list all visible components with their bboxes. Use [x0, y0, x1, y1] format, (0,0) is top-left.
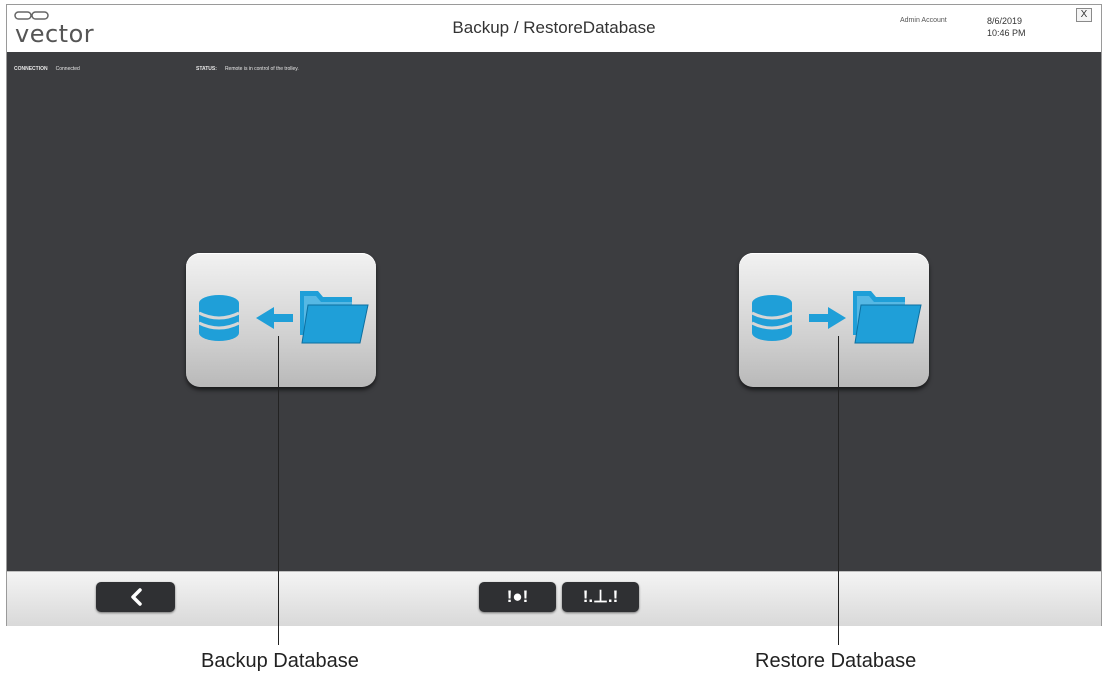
restore-leader-line — [838, 336, 839, 645]
trolley-status: STATUS: Remote is in control of the troll… — [196, 66, 299, 72]
chevron-left-icon — [130, 588, 142, 606]
status-label: STATUS: — [196, 66, 217, 72]
database-restore-icon — [751, 291, 922, 344]
connection-value: Connected — [55, 66, 80, 72]
account-name: Admin Account — [900, 17, 947, 24]
app-window: vector Backup / RestoreDatabase Admin Ac… — [6, 4, 1102, 626]
backup-database-button[interactable] — [186, 253, 376, 387]
restore-callout: Restore Database — [755, 650, 917, 672]
close-button[interactable]: X — [1076, 8, 1092, 22]
back-button[interactable] — [96, 582, 175, 612]
connection-status: CONNECTION Connected — [14, 66, 80, 72]
time: 10:46 PM — [987, 28, 1026, 38]
download-button[interactable]: !.⊥.! — [562, 582, 639, 612]
date: 8/6/2019 — [987, 16, 1023, 26]
header: vector Backup / RestoreDatabase Admin Ac… — [7, 5, 1101, 53]
connection-label: CONNECTION — [14, 66, 48, 72]
database-backup-icon — [198, 291, 369, 344]
datetime: 8/6/2019 10:46 PM — [987, 15, 1026, 39]
stop-button[interactable]: !●! — [479, 582, 556, 612]
restore-database-button[interactable] — [739, 253, 929, 387]
status-value: Remote is in control of the trolley. — [224, 66, 299, 72]
main-panel: CONNECTION Connected STATUS: Remote is in … — [7, 52, 1101, 571]
backup-callout: Backup Database — [201, 650, 359, 672]
backup-leader-line — [278, 336, 279, 645]
footer-toolbar: !●! !.⊥.! — [7, 571, 1101, 626]
